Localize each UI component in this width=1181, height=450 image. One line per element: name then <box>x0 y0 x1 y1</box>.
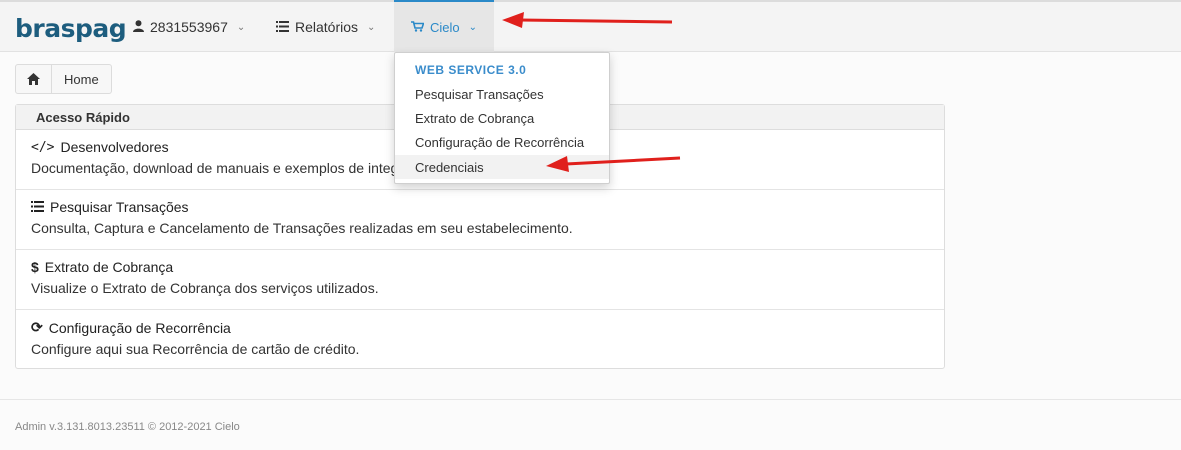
arrow-to-cielo-menu <box>502 12 673 28</box>
annotation-arrows <box>502 12 681 172</box>
arrow-to-credenciais <box>546 156 681 172</box>
